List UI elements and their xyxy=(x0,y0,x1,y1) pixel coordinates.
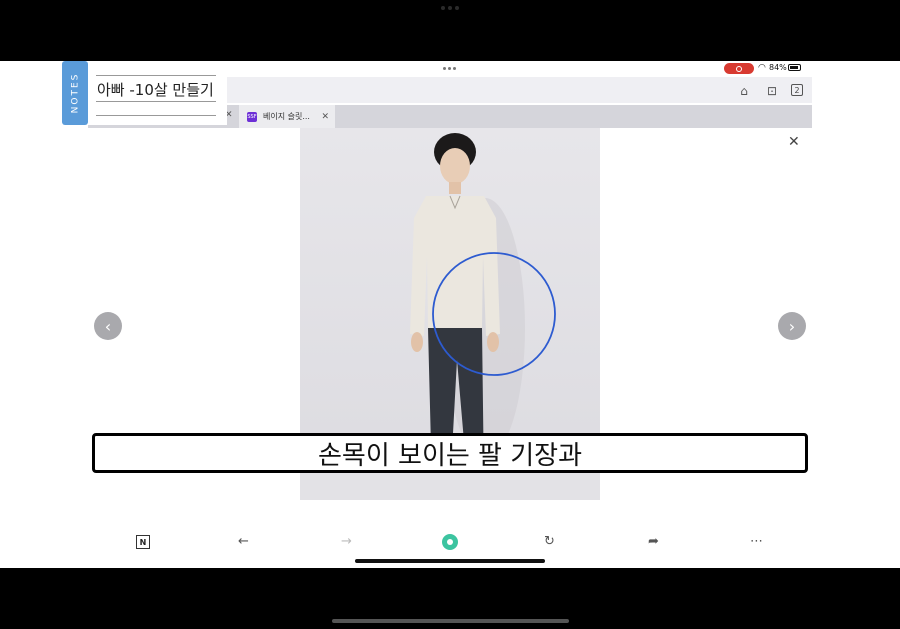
more-options-icon[interactable]: ⋯ xyxy=(750,534,763,549)
notes-rule xyxy=(96,75,216,76)
record-icon xyxy=(736,65,742,72)
notes-paper: 아빠 -10살 만들기 xyxy=(88,61,227,125)
tab-active[interactable]: SSF 베이지 슬릿... ✕ xyxy=(239,105,335,128)
multitask-dots[interactable] xyxy=(440,6,460,12)
outer-home-indicator[interactable] xyxy=(332,619,569,623)
notes-tab: NOTES xyxy=(62,61,88,125)
notes-tab-label: NOTES xyxy=(70,72,80,114)
home-indicator[interactable] xyxy=(355,559,545,563)
subtitle-text: 손목이 보이는 팔 기장과 xyxy=(318,440,582,471)
naver-icon[interactable]: N xyxy=(136,535,150,549)
refresh-icon[interactable]: ↻ xyxy=(544,534,555,549)
notes-rule xyxy=(96,115,216,116)
close-icon[interactable]: ✕ xyxy=(321,112,329,122)
tab-count-button[interactable]: 2 xyxy=(791,84,803,96)
next-image-button[interactable]: › xyxy=(778,312,806,340)
notes-rule xyxy=(96,101,216,102)
green-home-button[interactable] xyxy=(442,534,458,550)
ipad-screen: ◠ 84% NOTES 아빠 -10살 만들기 ⌂ ⊡ 2 ✕ SSF 베이지 … xyxy=(0,61,900,568)
notes-sticker: NOTES 아빠 -10살 만들기 xyxy=(62,61,227,125)
back-arrow-icon[interactable]: ← xyxy=(238,534,249,549)
screen-recording-indicator[interactable] xyxy=(724,63,754,74)
browser-bottom-bar: N ← → ↻ ➦ ⋯ xyxy=(88,528,812,556)
home-extension-icon[interactable]: ⌂ xyxy=(736,83,752,99)
new-tab-icon[interactable]: ⊡ xyxy=(764,83,780,99)
forward-arrow-icon[interactable]: → xyxy=(341,534,352,549)
multitask-handle[interactable] xyxy=(443,67,456,70)
share-icon[interactable]: ➦ xyxy=(648,534,659,549)
wifi-icon: ◠ xyxy=(758,63,766,73)
notes-title: 아빠 -10살 만들기 xyxy=(97,81,214,99)
previous-image-button[interactable]: ‹ xyxy=(94,312,122,340)
close-icon[interactable]: ✕ xyxy=(788,134,800,150)
battery-percent: 84% xyxy=(769,63,787,72)
video-subtitle: 손목이 보이는 팔 기장과 xyxy=(92,433,808,473)
battery-icon xyxy=(788,64,801,71)
tab-label: 베이지 슬릿... xyxy=(263,112,310,121)
favicon: SSF xyxy=(247,111,257,122)
